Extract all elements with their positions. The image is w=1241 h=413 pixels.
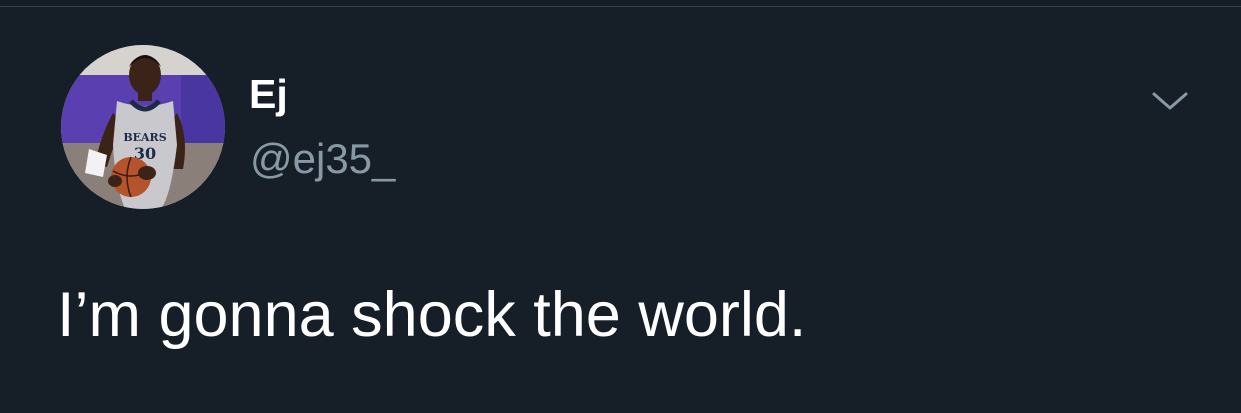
- tweet-text: I’m gonna shock the world.: [57, 280, 807, 350]
- user-handle[interactable]: @ej35_: [250, 138, 395, 180]
- chevron-down-icon[interactable]: [1148, 86, 1192, 116]
- avatar[interactable]: BEARS 30: [61, 45, 225, 209]
- avatar-photo: BEARS 30: [61, 45, 225, 209]
- display-name[interactable]: Ej: [249, 74, 288, 115]
- top-divider: [0, 0, 1241, 7]
- jersey-text: BEARS: [123, 131, 166, 144]
- tweet-card[interactable]: BEARS 30 Ej @ej35_ I’m gonna shock the w…: [0, 8, 1241, 413]
